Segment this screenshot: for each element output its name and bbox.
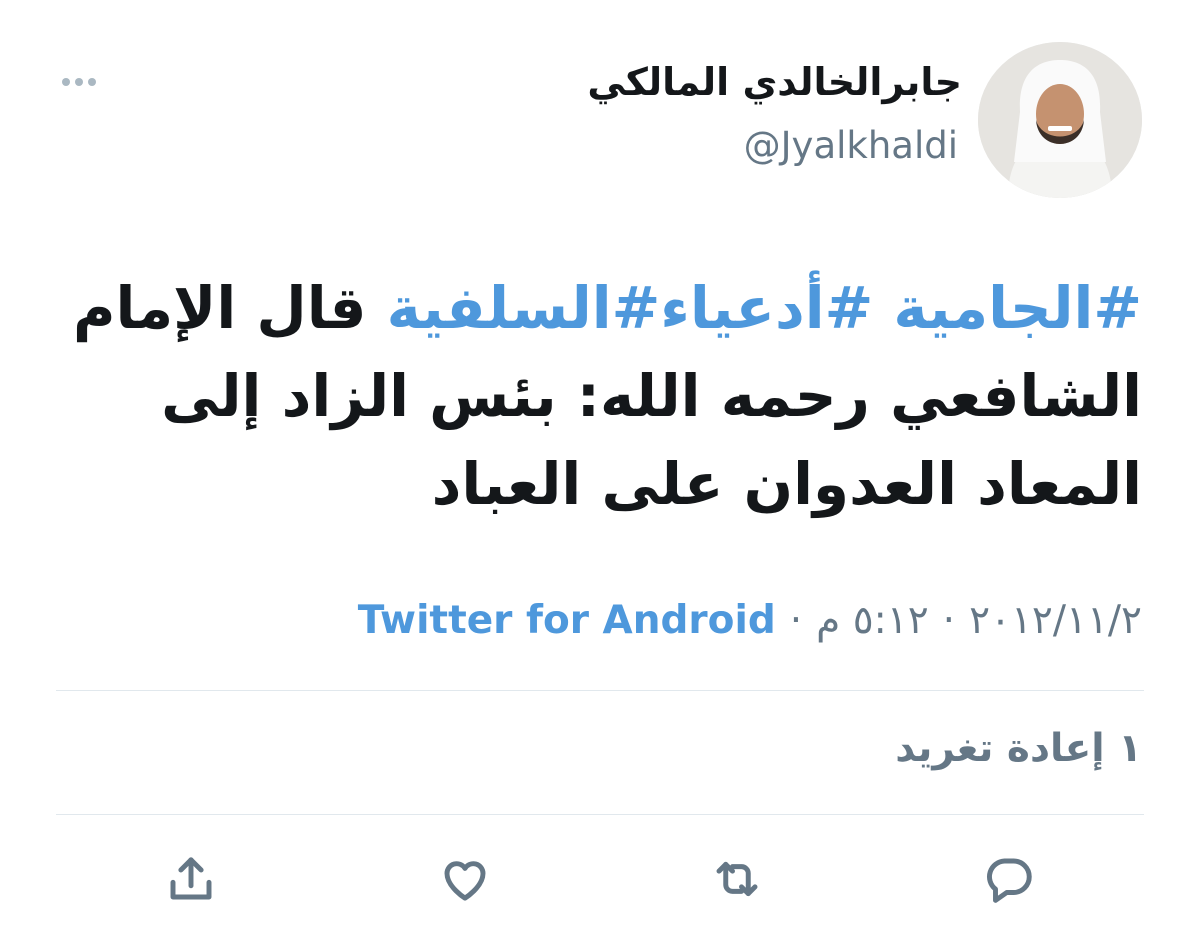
hashtag-link[interactable]: #أدعياء bbox=[660, 274, 873, 342]
retweet-button[interactable] bbox=[706, 848, 768, 910]
retweet-count[interactable]: ١ إعادة تغريد bbox=[895, 726, 1142, 771]
divider bbox=[56, 814, 1144, 815]
tweet-source-link[interactable]: Twitter for Android bbox=[358, 598, 776, 643]
more-options-icon[interactable] bbox=[62, 78, 96, 86]
like-button[interactable] bbox=[434, 848, 496, 910]
share-button[interactable] bbox=[160, 848, 222, 910]
retweet-icon bbox=[716, 861, 758, 897]
author-handle[interactable]: @Jyalkhaldi bbox=[744, 124, 958, 167]
tweet-time[interactable]: ٥:١٢ م bbox=[816, 598, 929, 643]
tweet-meta: ٢٠١٢/١١/٢ · ٥:١٢ م · Twitter for Android bbox=[358, 598, 1142, 643]
reply-button[interactable] bbox=[978, 848, 1040, 910]
tweet-text: #الجامية #أدعياء#السلفية قال الإمام الشا… bbox=[52, 264, 1142, 528]
avatar-image bbox=[978, 42, 1142, 198]
hashtag-link[interactable]: #الجامية bbox=[893, 274, 1142, 342]
author-name[interactable]: جابرالخالدي المالكي bbox=[587, 60, 962, 104]
share-icon bbox=[170, 857, 212, 900]
tweet-date[interactable]: ٢٠١٢/١١/٢ bbox=[969, 598, 1142, 643]
more-dot bbox=[62, 78, 70, 86]
tweet-text-space bbox=[873, 274, 893, 342]
more-dot bbox=[75, 78, 83, 86]
avatar[interactable] bbox=[978, 42, 1142, 198]
reply-icon bbox=[987, 858, 1032, 903]
meta-separator: · bbox=[942, 598, 956, 643]
meta-separator: · bbox=[789, 598, 803, 643]
divider bbox=[56, 690, 1144, 691]
heart-icon bbox=[444, 861, 486, 901]
more-dot bbox=[88, 78, 96, 86]
hashtag-link[interactable]: #السلفية bbox=[387, 274, 661, 342]
